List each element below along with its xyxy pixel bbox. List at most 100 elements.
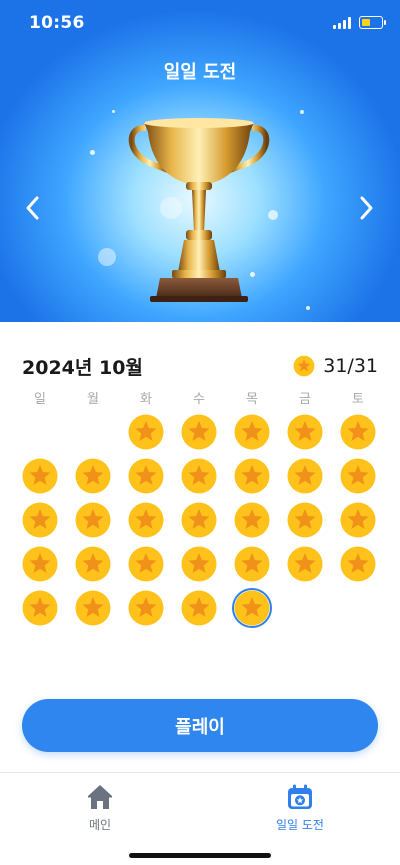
star-coin-icon [293,355,315,377]
star-coin-icon [181,502,217,538]
calendar-day[interactable] [75,458,111,494]
star-coin-icon [22,502,58,538]
calendar-day[interactable] [234,502,270,538]
star-coin-icon [234,502,270,538]
star-coin-icon [75,502,111,538]
calendar-day[interactable] [128,414,164,450]
weekday-header: 일 월 화 수 목 금 토 [22,388,378,408]
weekday-label: 금 [299,392,311,407]
tab-bar: 메인 일일 도전 [0,772,400,865]
star-coin-icon [287,458,323,494]
calendar-day[interactable] [234,458,270,494]
star-coin-icon [181,546,217,582]
signal-icon [333,17,353,29]
calendar-day[interactable] [75,590,111,626]
play-button[interactable]: 플레이 [22,699,378,752]
tab-label: 메인 [88,818,112,832]
page-title: 일일 도전 [163,62,237,83]
status-time: 10:56 [29,13,85,33]
star-coin-icon [287,414,323,450]
home-icon [88,785,112,809]
star-coin-icon [181,414,217,450]
calendar-day[interactable] [22,458,58,494]
star-coin-icon [128,546,164,582]
calendar-day[interactable] [287,414,323,450]
calendar-day[interactable] [181,458,217,494]
weekday-label: 토 [352,392,364,407]
trophy-image [128,118,270,302]
calendar-day[interactable] [128,546,164,582]
star-coin-icon [128,590,164,626]
star-coin-icon [234,458,270,494]
calendar-day[interactable] [181,502,217,538]
calendar-day[interactable] [340,414,376,450]
star-coin-icon [234,590,270,626]
calendar-day[interactable] [234,414,270,450]
calendar-day[interactable] [340,502,376,538]
calendar-day[interactable] [75,502,111,538]
previous-month-button[interactable] [15,190,51,226]
weekday-label: 목 [246,392,258,407]
calendar-day-today[interactable] [232,588,272,628]
star-coin-icon [340,546,376,582]
star-coin-icon [128,414,164,450]
calendar-day[interactable] [181,414,217,450]
sparkle [112,110,115,113]
star-coin-icon [234,546,270,582]
calendar-day[interactable] [340,458,376,494]
calendar-star-icon [288,784,312,809]
star-coin-icon [22,458,58,494]
star-coin-icon [22,590,58,626]
status-bar: 10:56 [0,0,400,46]
weekday-label: 수 [193,392,205,407]
calendar-day[interactable] [287,502,323,538]
calendar-day[interactable] [128,458,164,494]
star-coin-icon [181,458,217,494]
star-coin-icon [287,546,323,582]
star-coin-icon [181,590,217,626]
star-coin-icon [340,502,376,538]
sparkle [300,110,304,114]
home-indicator [129,853,271,858]
star-coin-icon [22,546,58,582]
star-coin-icon [340,458,376,494]
battery-icon [359,16,386,29]
star-coin-icon [75,546,111,582]
calendar-day[interactable] [234,546,270,582]
star-coin-icon [287,502,323,538]
calendar-day[interactable] [181,590,217,626]
calendar-day[interactable] [287,546,323,582]
calendar-day[interactable] [340,546,376,582]
weekday-label: 일 [34,392,46,407]
completion-counter: 31/31 [293,352,378,380]
star-coin-icon [75,458,111,494]
next-month-button[interactable] [348,190,384,226]
star-coin-icon [128,502,164,538]
calendar-day[interactable] [128,590,164,626]
star-coin-icon [128,458,164,494]
calendar-header: 2024년 10월 31/31 [22,352,378,380]
tab-label: 일일 도전 [276,818,324,832]
calendar-day[interactable] [22,590,58,626]
calendar-day[interactable] [128,502,164,538]
weekday-label: 월 [87,392,99,407]
weekday-label: 화 [140,392,152,407]
sparkle [98,248,116,266]
sparkle [306,306,310,310]
star-coin-icon [340,414,376,450]
calendar-day[interactable] [22,546,58,582]
star-coin-icon [75,590,111,626]
month-label: 2024년 10월 [22,357,143,379]
calendar-day[interactable] [75,546,111,582]
sparkle [90,150,95,155]
tab-daily-challenge[interactable]: 일일 도전 [260,782,340,833]
completion-count: 31/31 [323,355,378,377]
tab-main[interactable]: 메인 [60,782,140,833]
calendar-day[interactable] [22,502,58,538]
star-coin-icon [234,414,270,450]
chevron-left-icon [26,196,39,220]
chevron-right-icon [360,196,373,220]
hero-banner: 10:56 일일 도전 [0,0,400,322]
calendar-day[interactable] [181,546,217,582]
calendar-day[interactable] [287,458,323,494]
